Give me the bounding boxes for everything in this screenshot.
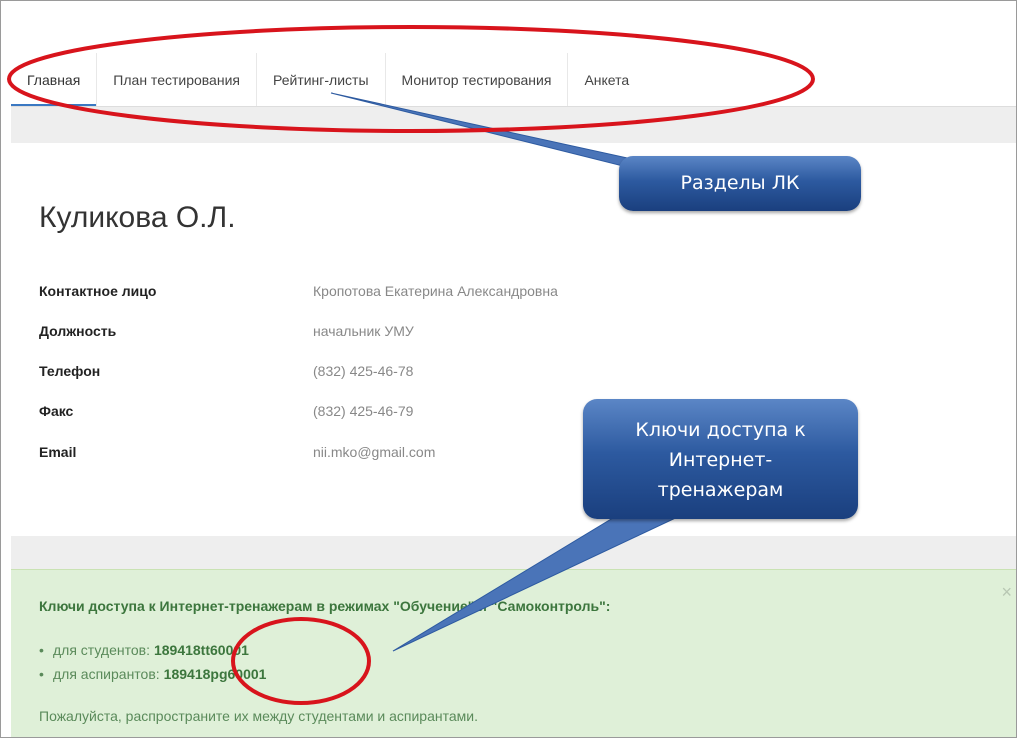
access-keys-alert: × Ключи доступа к Интернет-тренажерам в … xyxy=(11,569,1016,737)
info-label: Email xyxy=(39,444,77,460)
tab-questionnaire[interactable]: Анкета xyxy=(568,53,645,107)
key-list: • для студентов: 189418tt60001 • для асп… xyxy=(39,638,266,686)
tab-rating-sheets[interactable]: Рейтинг-листы xyxy=(257,53,386,107)
key-label: для студентов: xyxy=(53,642,150,658)
info-label: Контактное лицо xyxy=(39,283,157,299)
key-label: для аспирантов: xyxy=(53,666,160,682)
callout-sections: Разделы ЛК xyxy=(619,156,861,211)
tab-home[interactable]: Главная xyxy=(11,53,98,107)
alert-note: Пожалуйста, распространите их между студ… xyxy=(39,708,478,724)
list-item: • для аспирантов: 189418pg60001 xyxy=(39,662,266,686)
info-value: Кропотова Екатерина Александровна xyxy=(313,283,558,299)
info-row-phone: Телефон (832) 425-46-78 xyxy=(39,359,739,383)
info-value: nii.mko@gmail.com xyxy=(313,444,436,460)
screenshot-frame: Главная План тестирования Рейтинг-листы … xyxy=(0,0,1017,738)
tab-test-monitor[interactable]: Монитор тестирования xyxy=(386,53,569,107)
tab-label: Монитор тестирования xyxy=(401,72,552,88)
info-label: Телефон xyxy=(39,363,101,379)
info-label: Факс xyxy=(39,403,74,419)
header-band xyxy=(11,107,1016,143)
alert-title: Ключи доступа к Интернет-тренажерам в ре… xyxy=(39,598,611,614)
tab-label: План тестирования xyxy=(113,72,240,88)
info-label: Должность xyxy=(39,323,117,339)
tab-label: Рейтинг-листы xyxy=(272,72,369,88)
bullet-icon: • xyxy=(39,642,44,658)
tab-label: Главная xyxy=(27,72,81,88)
info-value: (832) 425-46-78 xyxy=(313,363,414,379)
key-code: 189418tt60001 xyxy=(153,642,249,658)
content-divider-band xyxy=(11,536,1016,569)
key-code: 189418pg60001 xyxy=(163,666,267,682)
info-row-contact: Контактное лицо Кропотова Екатерина Алек… xyxy=(39,279,739,303)
section-tabs: Главная План тестирования Рейтинг-листы … xyxy=(11,53,645,107)
tab-label: Анкета xyxy=(584,72,630,88)
list-item: • для студентов: 189418tt60001 xyxy=(39,638,266,662)
tab-test-plan[interactable]: План тестирования xyxy=(97,53,257,107)
callout-access-keys: Ключи доступа к Интернет- тренажерам xyxy=(583,399,858,519)
page-title: Куликова О.Л. xyxy=(39,201,236,234)
info-value: начальник УМУ xyxy=(313,323,414,339)
close-icon[interactable]: × xyxy=(1001,582,1012,603)
bullet-icon: • xyxy=(39,666,44,682)
info-row-position: Должность начальник УМУ xyxy=(39,319,739,343)
info-value: (832) 425-46-79 xyxy=(313,403,414,419)
